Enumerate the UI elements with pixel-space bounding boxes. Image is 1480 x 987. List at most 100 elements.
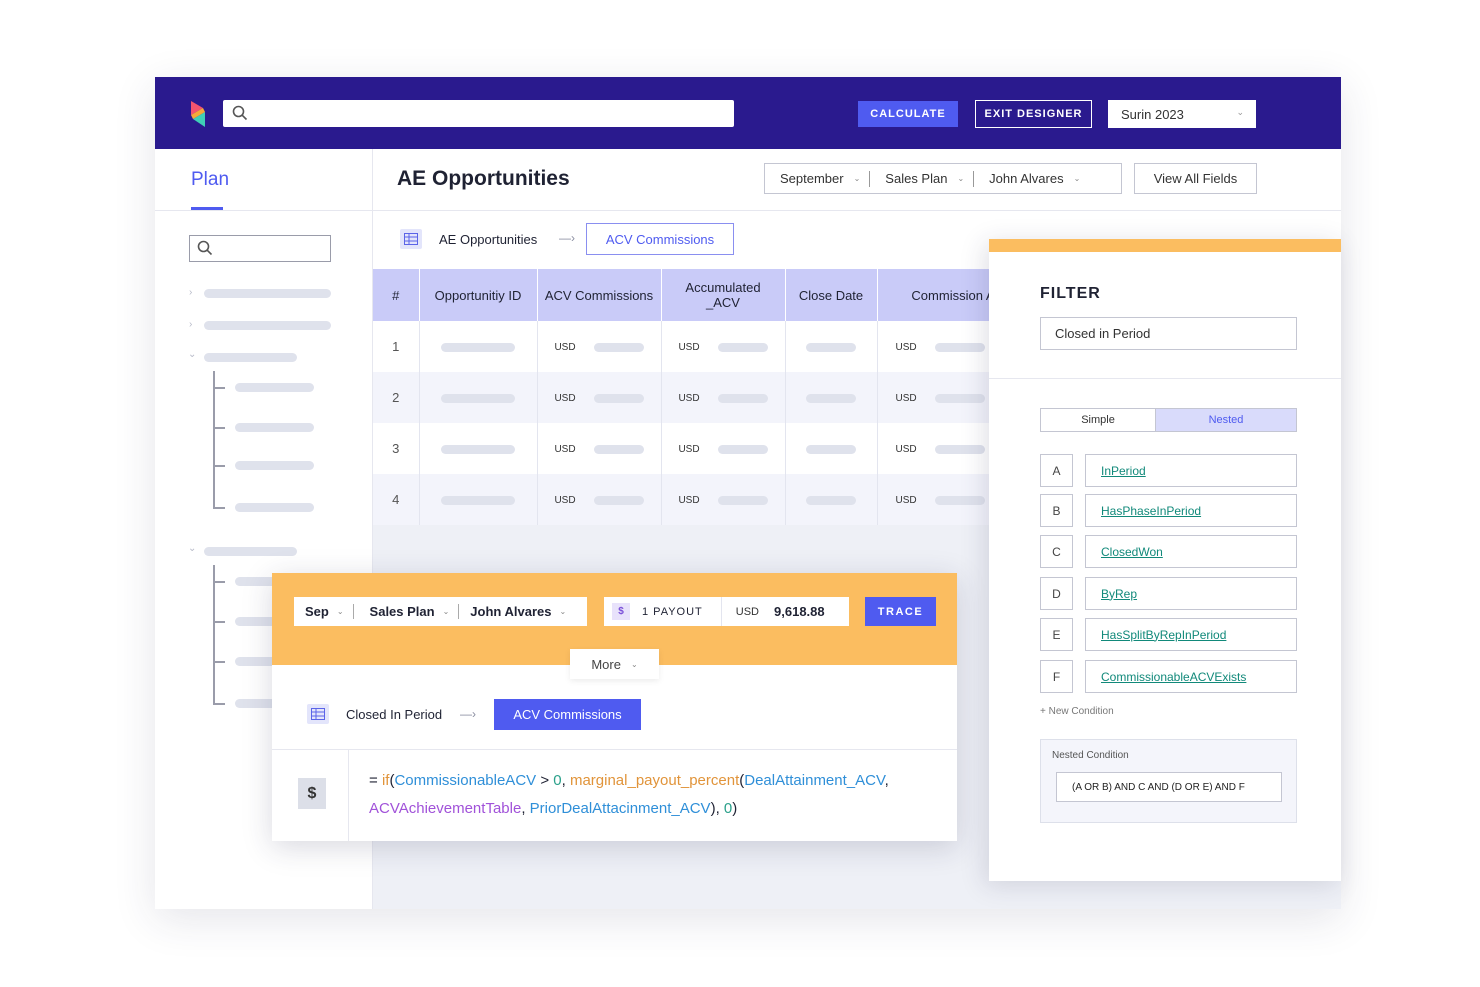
formula-token: 0	[723, 800, 733, 817]
column-header[interactable]: #	[373, 269, 420, 321]
tree-subitem[interactable]	[235, 383, 314, 392]
tree-item[interactable]	[204, 321, 331, 330]
condition-field-link[interactable]: ByRep	[1085, 577, 1297, 610]
column-header[interactable]: Close Date	[785, 269, 878, 321]
condition-letter: A	[1040, 454, 1073, 487]
formula-token: )	[732, 800, 738, 817]
currency-label: USD	[895, 495, 917, 507]
chevron-right-icon[interactable]: ›	[189, 319, 192, 330]
condition-field-link[interactable]: CommissionableACVExists	[1085, 660, 1297, 693]
condition-field-link[interactable]: InPeriod	[1085, 454, 1297, 487]
filter-panel: FILTER Closed in Period Simple Nested A …	[989, 239, 1341, 881]
row-number: 3	[392, 441, 400, 456]
table-row[interactable]: 1 USD USD USD	[373, 321, 1048, 372]
tree-subitem[interactable]	[235, 423, 314, 432]
trace-plan-select[interactable]: Sales Plan ⌄	[354, 597, 450, 626]
table-header-row: # Opportunitiy ID ACV Commissions Accumu…	[373, 269, 1048, 321]
rep-select[interactable]: John Alvares ⌄	[974, 164, 1080, 193]
cell-placeholder	[806, 394, 856, 404]
cell-placeholder	[593, 496, 644, 506]
currency-label: USD	[678, 495, 700, 507]
formula-token: PriorDealAttacinment_ACV	[529, 800, 711, 817]
condition-letter: B	[1040, 494, 1073, 527]
exit-designer-button[interactable]: EXIT DESIGNER	[975, 100, 1092, 128]
cell-placeholder	[806, 343, 856, 353]
chevron-down-icon: ⌄	[957, 174, 965, 183]
tree-item[interactable]	[204, 353, 297, 362]
context-filter-group: September ⌄ Sales Plan ⌄ John Alvares ⌄	[764, 163, 1122, 194]
condition-field-link[interactable]: HasPhaseInPeriod	[1085, 494, 1297, 527]
row-number: 4	[392, 492, 400, 507]
cell-placeholder	[441, 496, 515, 506]
period-select[interactable]: September ⌄	[765, 164, 860, 193]
cell-placeholder	[934, 343, 985, 353]
trace-breadcrumb-target[interactable]: ACV Commissions	[494, 699, 641, 730]
chevron-down-icon: ⌄	[1073, 174, 1081, 183]
chevron-down-icon[interactable]: ⌄	[188, 349, 196, 360]
tree-subitem[interactable]	[235, 461, 314, 470]
payout-count: 1 PAYOUT	[642, 605, 703, 618]
cell-placeholder	[441, 343, 515, 353]
table-row[interactable]: 3 USD USD USD	[373, 423, 1048, 474]
cell-placeholder	[717, 394, 768, 404]
breadcrumb-target[interactable]: ACV Commissions	[586, 223, 734, 255]
page-title: AE Opportunities	[397, 167, 570, 190]
formula-token: =	[369, 772, 382, 789]
formula-token: ACVAchievementTable	[369, 800, 522, 817]
plan-year-select[interactable]: Surin 2023 ⌄	[1108, 100, 1256, 128]
tree-connector	[213, 581, 225, 583]
table-row[interactable]: 2 USD USD USD	[373, 372, 1048, 423]
nested-condition-label: Nested Condition	[1052, 750, 1129, 761]
divider	[155, 210, 373, 211]
formula-token: marginal_payout_percent	[569, 772, 740, 789]
trace-breadcrumb-source[interactable]: Closed In Period	[346, 707, 442, 722]
tree-item[interactable]	[204, 547, 297, 556]
tree-connector	[213, 371, 215, 509]
column-header[interactable]: Accumulated _ACV	[661, 269, 786, 321]
more-button[interactable]: More ⌄	[570, 649, 659, 679]
cell-placeholder	[441, 394, 515, 404]
tree-subitem[interactable]	[235, 503, 314, 512]
tree-connector	[213, 703, 225, 705]
new-condition-link[interactable]: + New Condition	[1040, 706, 1114, 717]
table-icon	[400, 229, 422, 249]
trace-button[interactable]: TRACE	[865, 597, 936, 626]
chevron-down-icon: ⌄	[853, 174, 861, 183]
plan-select[interactable]: Sales Plan ⌄	[870, 164, 964, 193]
calculate-button[interactable]: CALCULATE	[858, 101, 958, 127]
column-header[interactable]: ACV Commissions	[537, 269, 662, 321]
condition-field-link[interactable]: HasSplitByRepInPeriod	[1085, 618, 1297, 651]
tree-connector	[213, 427, 225, 429]
formula-token: ),	[710, 800, 724, 817]
cell-placeholder	[717, 343, 768, 353]
mode-nested-button[interactable]: Nested	[1156, 409, 1296, 431]
trace-context-selects: Sep ⌄ Sales Plan ⌄ John Alvares ⌄	[294, 597, 587, 626]
dollar-icon: $	[612, 603, 630, 620]
divider	[720, 597, 722, 626]
trace-period-value: Sep	[305, 604, 329, 619]
table-icon	[307, 704, 329, 724]
cell-placeholder	[717, 445, 768, 455]
row-number: 2	[392, 390, 400, 405]
tab-plan[interactable]: Plan	[191, 169, 229, 191]
formula-editor[interactable]: = if(CommissionableACV > 0, marginal_pay…	[369, 767, 939, 823]
tree-item[interactable]	[204, 289, 331, 298]
currency-label: USD	[554, 342, 576, 354]
filter-name-input[interactable]: Closed in Period	[1040, 317, 1297, 350]
table-row[interactable]: 4 USD USD USD	[373, 474, 1048, 525]
trace-rep-select[interactable]: John Alvares ⌄	[459, 597, 566, 626]
column-header[interactable]: Opportunitiy ID	[419, 269, 538, 321]
breadcrumb-source[interactable]: AE Opportunities	[439, 232, 537, 247]
cell-placeholder	[934, 496, 985, 506]
nested-condition-input[interactable]: (A OR B) AND C AND (D OR E) AND F	[1056, 772, 1282, 802]
view-all-fields-button[interactable]: View All Fields	[1134, 163, 1257, 194]
condition-field-link[interactable]: ClosedWon	[1085, 535, 1297, 568]
trace-period-select[interactable]: Sep ⌄	[294, 597, 344, 626]
cell-placeholder	[593, 445, 644, 455]
global-search-input[interactable]	[223, 100, 734, 127]
chevron-down-icon[interactable]: ⌄	[188, 543, 196, 554]
chevron-right-icon[interactable]: ›	[189, 287, 192, 298]
sidebar-search-input[interactable]	[189, 235, 331, 262]
tree-connector	[213, 387, 225, 389]
mode-simple-button[interactable]: Simple	[1041, 409, 1156, 431]
